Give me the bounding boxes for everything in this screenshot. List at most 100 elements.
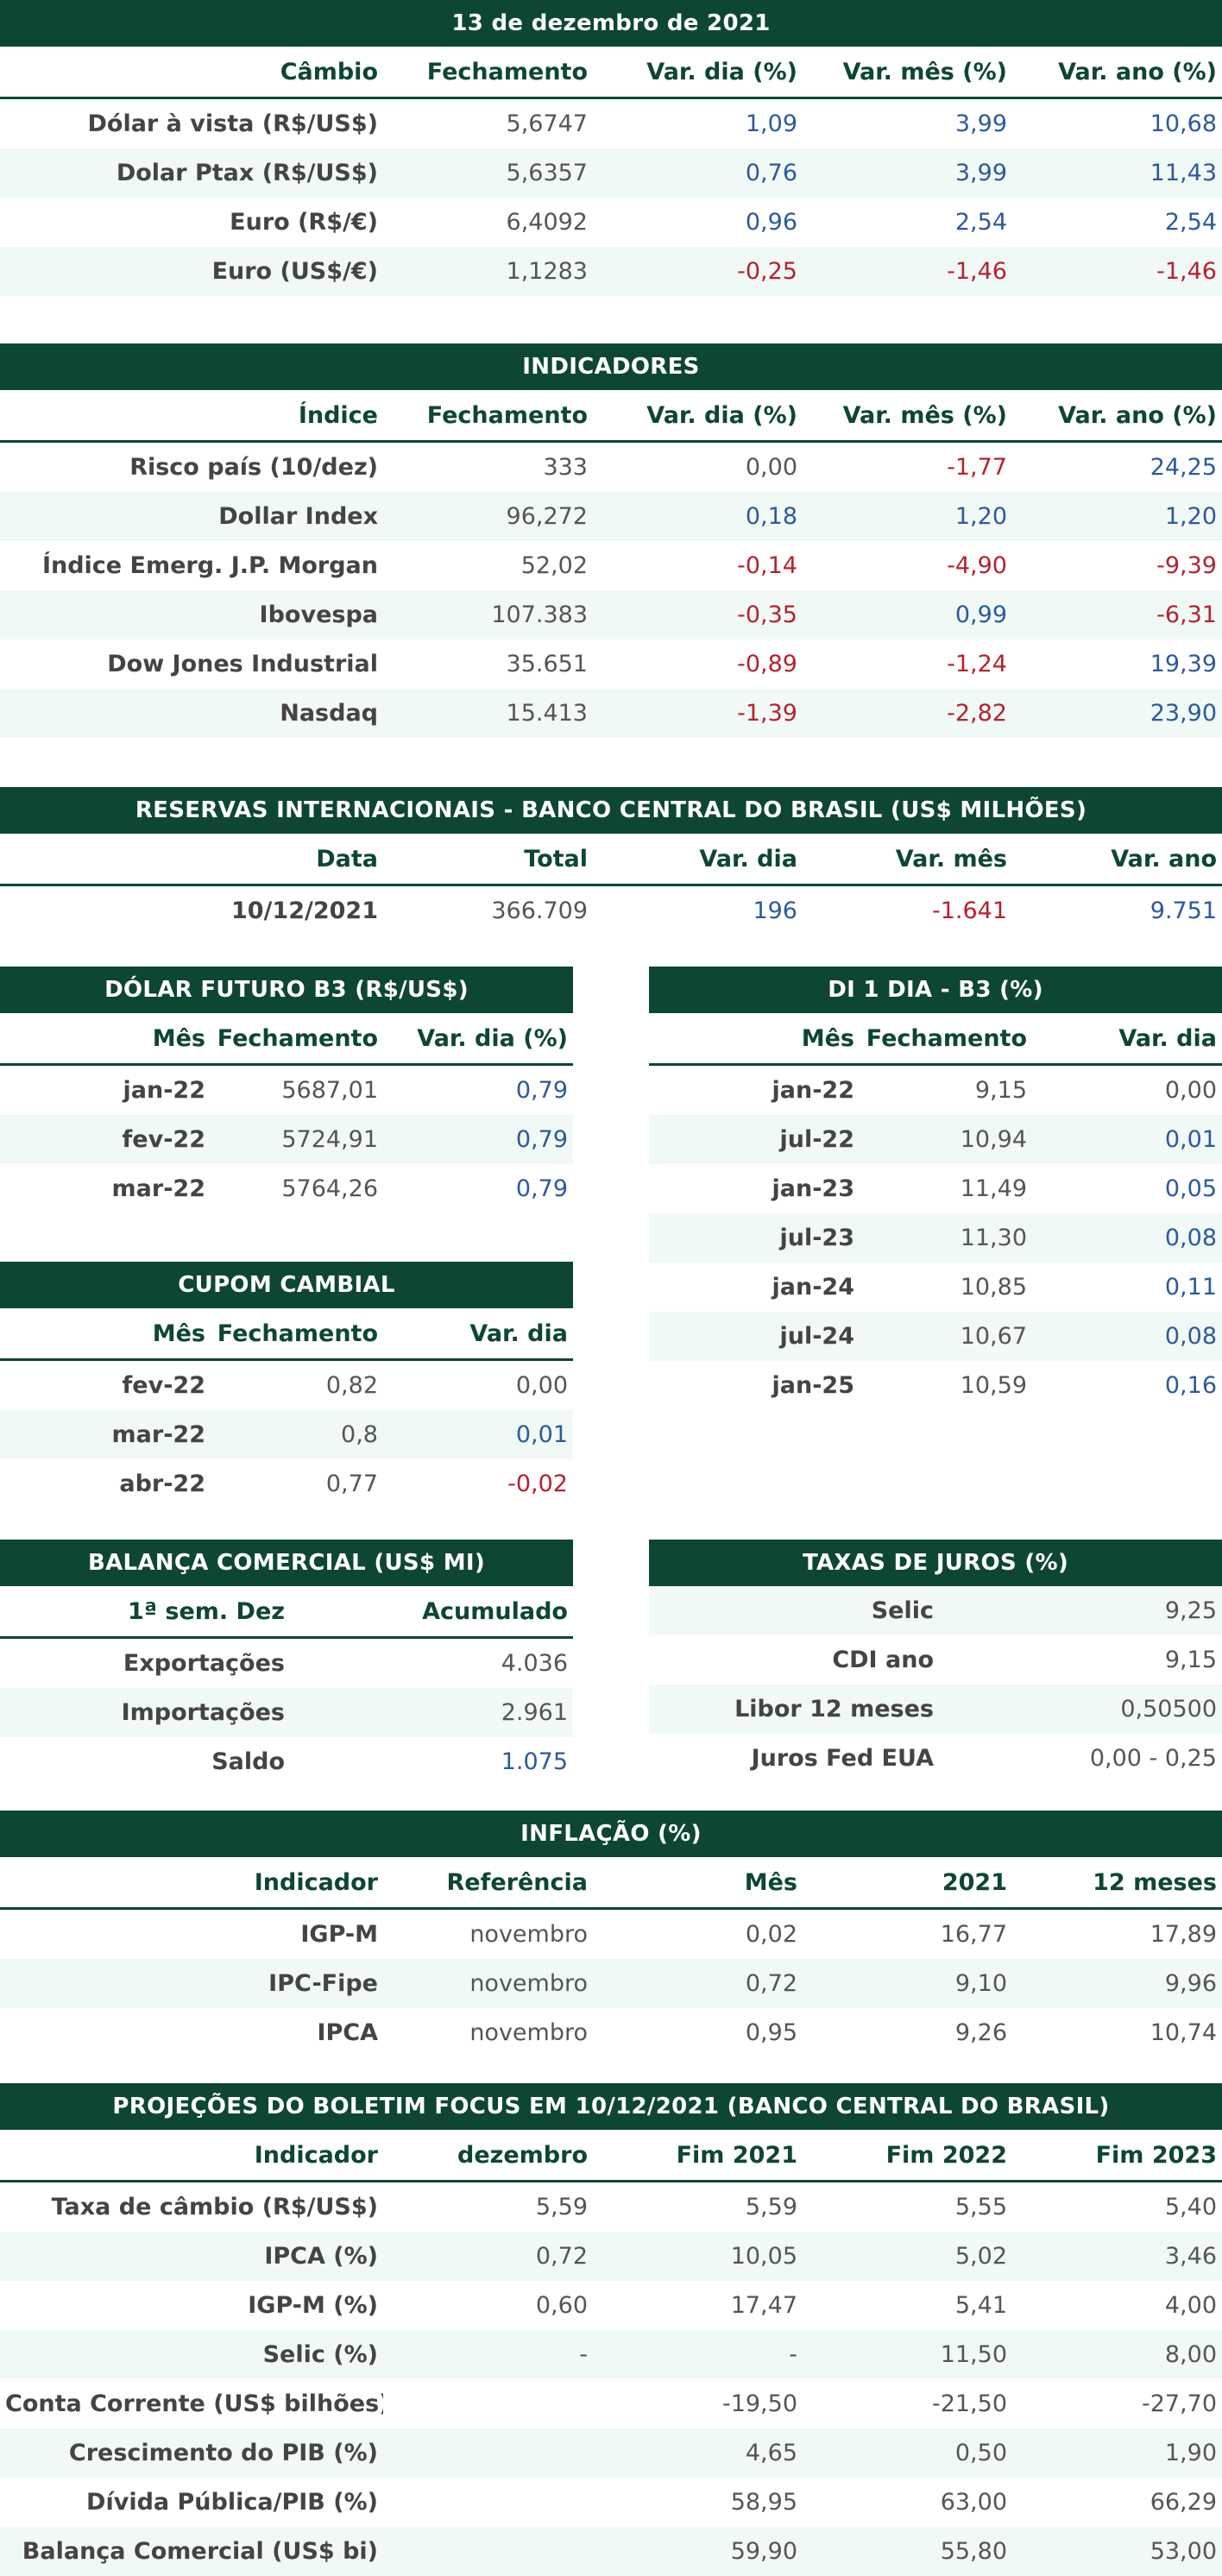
col-header: Mês [593,1857,803,1910]
col-header: Var. mês (%) [803,47,1012,99]
end-2022-value: 11,50 [803,2330,1012,2379]
inflacao-title: INFLAÇÃO (%) [0,1811,1222,1857]
close-value: 10,85 [960,1274,1027,1301]
table-row: jan-22 5687,01 0,79 [0,1065,573,1116]
month-change: -1.641 [931,898,1007,924]
col-header: 2021 [803,1857,1012,1910]
di-title: DI 1 DIA - B3 (%) [649,967,1222,1013]
col-header: Var. dia [1032,1013,1222,1066]
reservas-title: RESERVAS INTERNACIONAIS - BANCO CENTRAL … [0,787,1222,834]
year-change: 10,68 [1150,110,1217,137]
row-label: Ibovespa [0,590,383,639]
day-change: -0,35 [593,590,803,639]
row-label: IPC-Fipe [0,1959,383,2008]
col-header: Fim 2021 [593,2130,803,2182]
balanca-title: BALANÇA COMERCIAL (US$ MI) [0,1540,573,1586]
col-header: Referência [383,1857,593,1910]
value: 9,15 [1164,1647,1217,1673]
cupom-section: CUPOM CAMBIAL Mês Fechamento Var. dia fe… [0,1262,573,1508]
dolar-futuro-title: DÓLAR FUTURO B3 (R$/US$) [0,967,573,1013]
end-2021-value: -19,50 [721,2390,797,2417]
month-change: -1,77 [947,454,1007,481]
row-label: CDI ano [832,1647,934,1673]
day-change: 0,76 [593,148,803,198]
row-label: Dívida Pública/PIB (%) [86,2489,378,2516]
value: 9,25 [939,1586,1222,1635]
end-2021-value: - [593,2330,803,2379]
close-value: 5,6747 [506,110,588,137]
table-row: Dolar Ptax (R$/US$) 5,6357 0,76 3,99 11,… [0,148,1222,198]
day-change: 0,05 [1164,1175,1217,1202]
row-label: fev-22 [122,1372,205,1399]
table-row: CDI ano 9,15 [649,1635,1222,1685]
di-table: Mês Fechamento Var. dia jan-22 9,15 0,00… [649,1013,1222,1410]
table-row: Selic (%) - - 11,50 8,00 [0,2330,1222,2379]
month-change: 3,99 [954,110,1007,137]
table-row: Nasdaq 15.413 -1,39 -2,82 23,90 [0,689,1222,738]
end-2023-value: 1,90 [1012,2428,1222,2478]
day-change: -1,39 [593,689,803,738]
value: 4.036 [501,1650,568,1677]
table-row: IPC-Fipe novembro 0,72 9,10 9,96 [0,1959,1222,2008]
row-label: Nasdaq [0,689,383,738]
close-value: 9,15 [974,1077,1027,1104]
inflacao-section: INFLAÇÃO (%) Indicador Referência Mês 20… [0,1811,1222,2057]
value: 2.961 [290,1688,573,1737]
close-value: 96,272 [383,492,593,541]
cambio-section: 13 de dezembro de 2021 Câmbio Fechamento… [0,0,1222,296]
month-value: 0,95 [745,2019,797,2046]
day-change: 0,18 [593,492,803,541]
table-row: Exportações 4.036 [0,1638,573,1689]
col-header: Var. ano (%) [1012,47,1222,99]
year-change: 23,90 [1012,689,1222,738]
table-row: jan-23 11,49 0,05 [649,1164,1222,1213]
row-label: Dow Jones Industrial [107,651,378,677]
col-header: Fechamento [383,390,593,443]
col-header: Mês [0,1013,211,1066]
year-value: 16,77 [940,1921,1007,1948]
end-2023-value: -27,70 [1141,2390,1217,2417]
col-header: Fechamento [211,1308,383,1361]
dolar-futuro-table: Mês Fechamento Var. dia (%) jan-22 5687,… [0,1013,573,1213]
row-label: IPCA (%) [0,2232,383,2281]
table-row: jan-24 10,85 0,11 [649,1263,1222,1312]
row-label: Conta Corrente (US$ bilhões) [5,2390,383,2417]
col-header: Indicador [0,2130,383,2182]
row-label: Importações [0,1688,290,1737]
end-2021-value: 58,95 [730,2489,797,2516]
col-header: dezembro [383,2130,593,2182]
close-value: 11,30 [860,1213,1032,1263]
table-row: Taxa de câmbio (R$/US$) 5,59 5,59 5,55 5… [0,2182,1222,2233]
twelve-month-value: 17,89 [1150,1921,1217,1948]
reference: novembro [469,1921,588,1948]
value: 0,50500 [939,1685,1222,1734]
focus-table: Indicador dezembro Fim 2021 Fim 2022 Fim… [0,2130,1222,2576]
table-row: Conta Corrente (US$ bilhões) -19,50 -21,… [0,2379,1222,2428]
december-value [383,2527,593,2576]
table-row: IGP-M novembro 0,02 16,77 17,89 [0,1909,1222,1960]
close-value: 52,02 [520,552,588,579]
row-label: mar-22 [111,1175,205,1202]
table-row: fev-22 5724,91 0,79 [0,1115,573,1164]
day-change: -0,02 [507,1471,568,1497]
end-2023-value: 53,00 [1012,2527,1222,2576]
day-change: -0,14 [737,552,797,579]
month-change: 0,99 [803,590,1012,639]
year-change: 11,43 [1012,148,1222,198]
day-change: 0,08 [1032,1213,1222,1263]
close-value: 0,77 [325,1471,378,1497]
year-change: 19,39 [1150,651,1217,677]
close-value: 1,1283 [383,247,593,296]
row-label: jul-23 [649,1213,860,1263]
table-row: IPCA (%) 0,72 10,05 5,02 3,46 [0,2232,1222,2281]
day-change: 0,11 [1164,1274,1217,1301]
total-value: 366.709 [491,898,588,924]
month-value: 0,72 [593,1959,803,2008]
table-row: Importações 2.961 [0,1688,573,1737]
day-change: 0,79 [515,1077,568,1104]
end-2022-value: -21,50 [931,2390,1007,2417]
close-value: 0,82 [325,1372,378,1399]
col-header: Total [383,834,593,886]
table-row: abr-22 0,77 -0,02 [0,1459,573,1508]
reference: novembro [469,2019,588,2046]
